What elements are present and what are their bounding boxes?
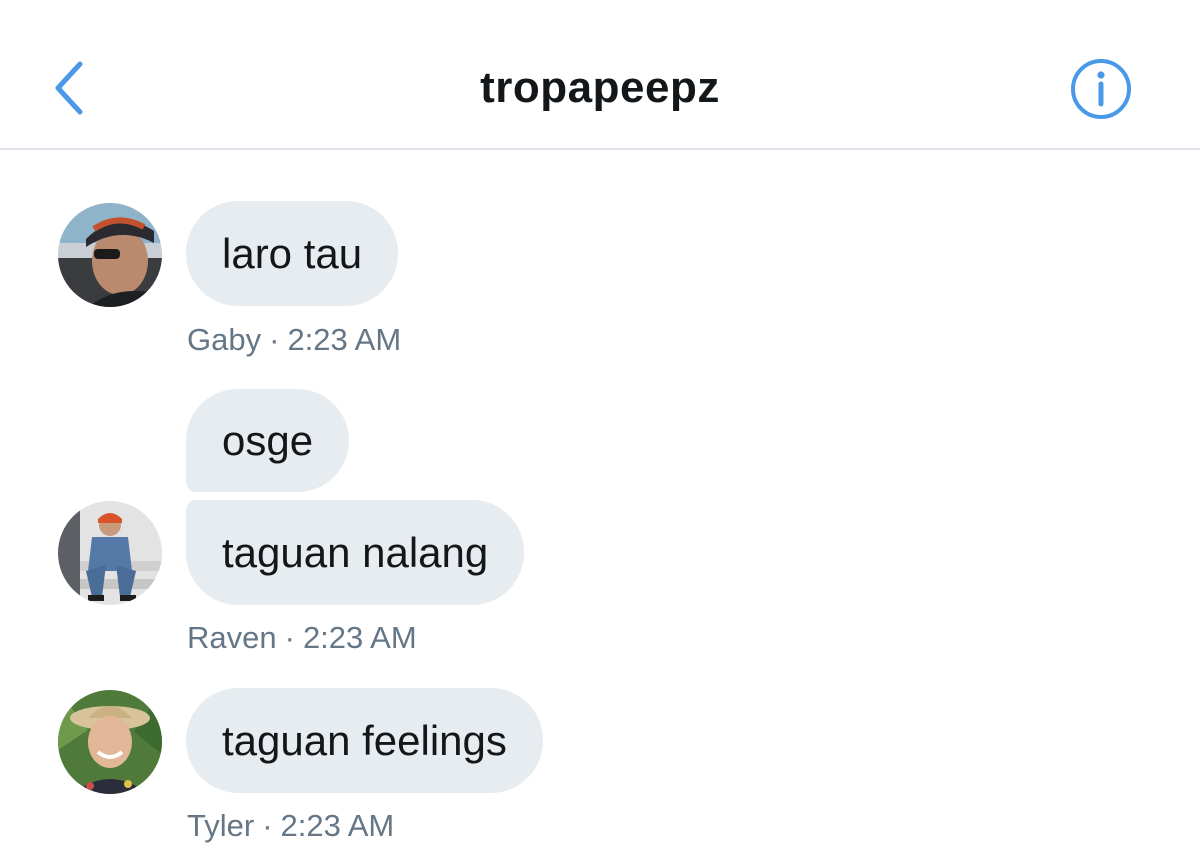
message-meta: Gaby · 2:23 AM bbox=[187, 322, 401, 358]
info-button[interactable] bbox=[1070, 58, 1132, 120]
avatar-photo bbox=[58, 501, 162, 605]
separator: · bbox=[269, 322, 280, 357]
avatar-photo bbox=[58, 203, 162, 307]
sender-name: Raven bbox=[187, 620, 277, 655]
message-bubble[interactable]: taguan feelings bbox=[186, 688, 543, 793]
message-time: 2:23 AM bbox=[287, 322, 402, 357]
conversation-header: tropapeepz bbox=[0, 0, 1200, 150]
message-bubble[interactable]: taguan nalang bbox=[186, 500, 525, 605]
avatar-tyler[interactable] bbox=[58, 690, 162, 794]
separator: · bbox=[262, 808, 273, 843]
message-meta: Raven · 2:23 AM bbox=[187, 620, 417, 656]
avatar-gaby[interactable] bbox=[58, 203, 162, 307]
sender-name: Gaby bbox=[187, 322, 262, 357]
avatar-raven[interactable] bbox=[58, 501, 162, 605]
sender-name: Tyler bbox=[187, 808, 255, 843]
separator: · bbox=[284, 620, 295, 655]
message-bubble[interactable]: laro tau bbox=[186, 201, 399, 306]
avatar-photo bbox=[58, 690, 162, 794]
info-circle-icon bbox=[1071, 59, 1131, 119]
conversation-title: tropapeepz bbox=[480, 63, 720, 112]
message-time: 2:23 AM bbox=[302, 620, 417, 655]
message-meta: Tyler · 2:23 AM bbox=[187, 808, 394, 844]
message-time: 2:23 AM bbox=[280, 808, 395, 843]
message-bubble[interactable]: osge bbox=[186, 389, 350, 492]
